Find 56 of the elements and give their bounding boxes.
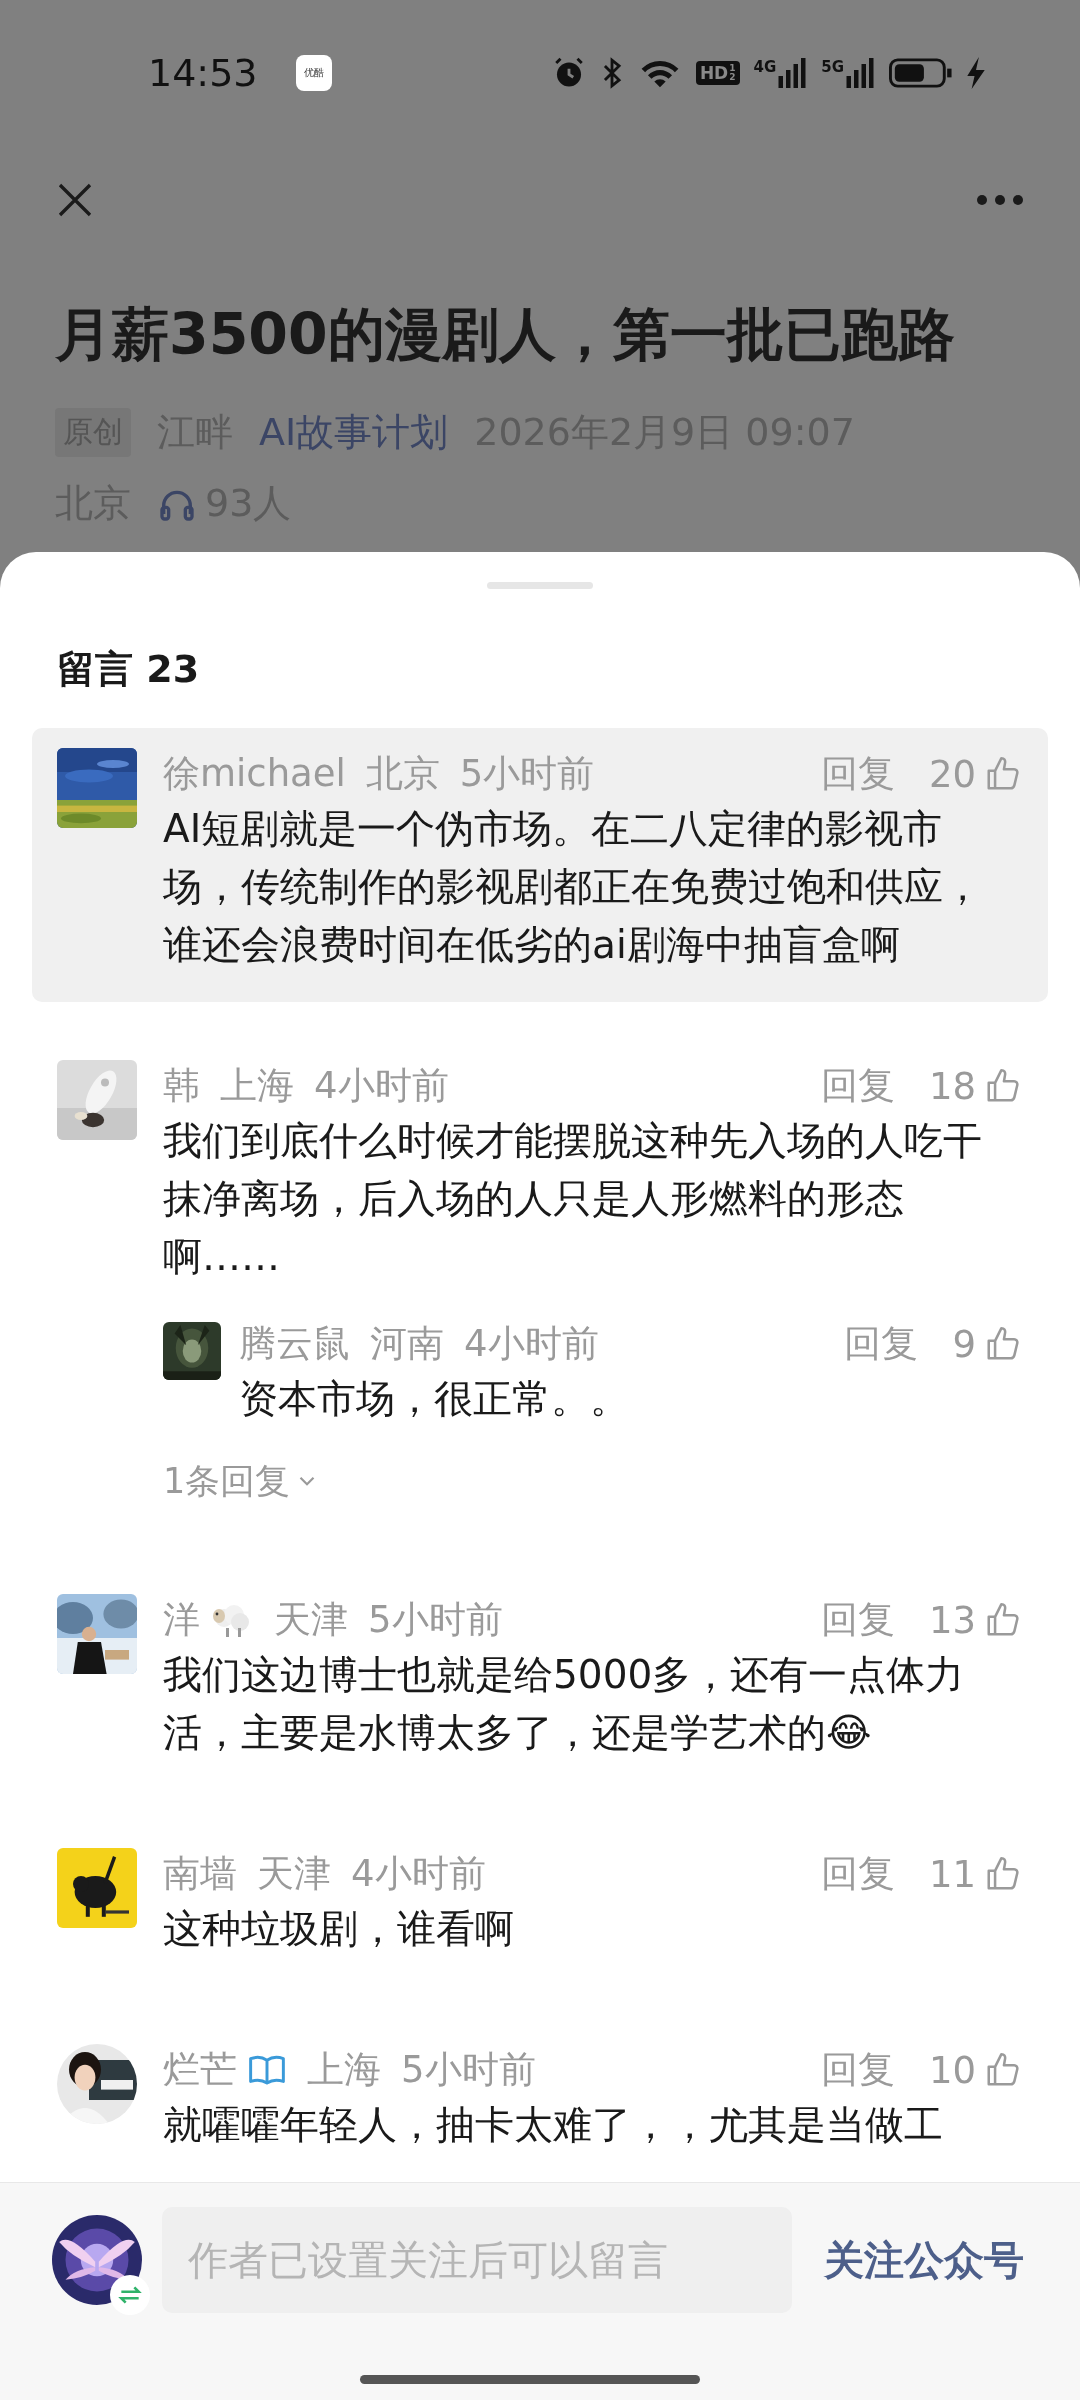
- comment-time: 5小时前: [368, 1597, 503, 1643]
- thumbs-up-icon: [984, 1325, 1022, 1363]
- comment-time: 5小时前: [401, 2047, 536, 2093]
- user-name: 韩: [163, 1063, 200, 1109]
- clock-time: 14:53: [148, 50, 258, 95]
- reply-button[interactable]: 回复: [844, 1319, 919, 1369]
- like-button[interactable]: 18: [928, 1064, 1022, 1108]
- user-location: 北京: [365, 751, 440, 797]
- reply-button[interactable]: 回复: [820, 2045, 895, 2095]
- like-button[interactable]: 20: [928, 752, 1022, 796]
- reply-button[interactable]: 回复: [820, 749, 895, 799]
- like-button[interactable]: 13: [928, 1598, 1022, 1642]
- like-button[interactable]: 10: [928, 2048, 1022, 2092]
- reply-button[interactable]: 回复: [820, 1595, 895, 1645]
- comment-text: 我们这边博士也就是给5000多，还有一点体力活，主要是水博太多了，还是学艺术的😂: [163, 1651, 966, 1757]
- comment-time: 4小时前: [351, 1851, 486, 1897]
- comment-text: AI短剧就是一个伪市场。在二八定律的影视市场，传统制作的影视剧都正在免费过饱和供应，谁还会浪费时间在低劣的ai剧海中抽盲盒啊: [163, 805, 983, 969]
- user-location: 上海: [220, 1063, 294, 1109]
- comment-text: 资本市场，很正常。。: [239, 1375, 630, 1423]
- comment-text: 就嚯嚯年轻人，抽卡太难了，，尤其是当做工: [163, 2101, 944, 2149]
- thumbs-up-icon: [984, 1601, 1022, 1639]
- comment-input[interactable]: 作者已设置关注后可以留言: [162, 2207, 792, 2313]
- user-name: 腾云鼠: [239, 1321, 350, 1367]
- account-link[interactable]: AI故事计划: [259, 407, 449, 458]
- battery-icon: [889, 56, 953, 89]
- user-name: 洋: [163, 1597, 200, 1643]
- reply-button[interactable]: 回复: [820, 1061, 895, 1111]
- follow-button[interactable]: 关注公众号: [824, 2232, 1024, 2288]
- comment-time: 5小时前: [459, 751, 595, 797]
- comment-time: 4小时前: [314, 1063, 449, 1109]
- thumbs-up-icon: [984, 755, 1022, 793]
- thumbs-up-icon: [984, 1067, 1022, 1105]
- user-name: 徐michael: [163, 751, 346, 797]
- comment-text: 这种垃圾剧，谁看啊: [163, 1905, 515, 1953]
- more-replies-button[interactable]: 1条回复: [163, 1454, 321, 1508]
- thumbs-up-icon: [984, 2051, 1022, 2089]
- comment-text: 我们到底什么时候才能摆脱这种先入场的人吃干抹净离场，后入场的人只是人形燃料的形态啊……: [163, 1117, 983, 1281]
- article-title: 月薪3500的漫剧人，第一批已跑路: [55, 300, 956, 369]
- like-button[interactable]: 11: [928, 1852, 1022, 1896]
- like-button[interactable]: 9: [952, 1322, 1022, 1366]
- comment-time: 4小时前: [464, 1321, 599, 1367]
- user-location: 天津: [274, 1597, 348, 1643]
- charging-icon: [967, 56, 985, 89]
- user-name: 烂芒: [163, 2047, 237, 2093]
- drag-handle[interactable]: [487, 582, 593, 589]
- signal-indicator: 4G: [753, 57, 808, 88]
- thumbs-up-icon: [984, 1855, 1022, 1893]
- app-badge: 优酷: [295, 54, 332, 91]
- user-location: 上海: [307, 2047, 381, 2093]
- comments-heading: 留言 23: [57, 646, 201, 693]
- signal-indicator: 5G: [821, 57, 875, 88]
- user-location: 河南: [370, 1321, 444, 1367]
- reply-button[interactable]: 回复: [820, 1849, 895, 1899]
- more-icon[interactable]: [975, 193, 1025, 207]
- user-location: 天津: [257, 1851, 331, 1897]
- user-name: 南墙: [163, 1851, 237, 1897]
